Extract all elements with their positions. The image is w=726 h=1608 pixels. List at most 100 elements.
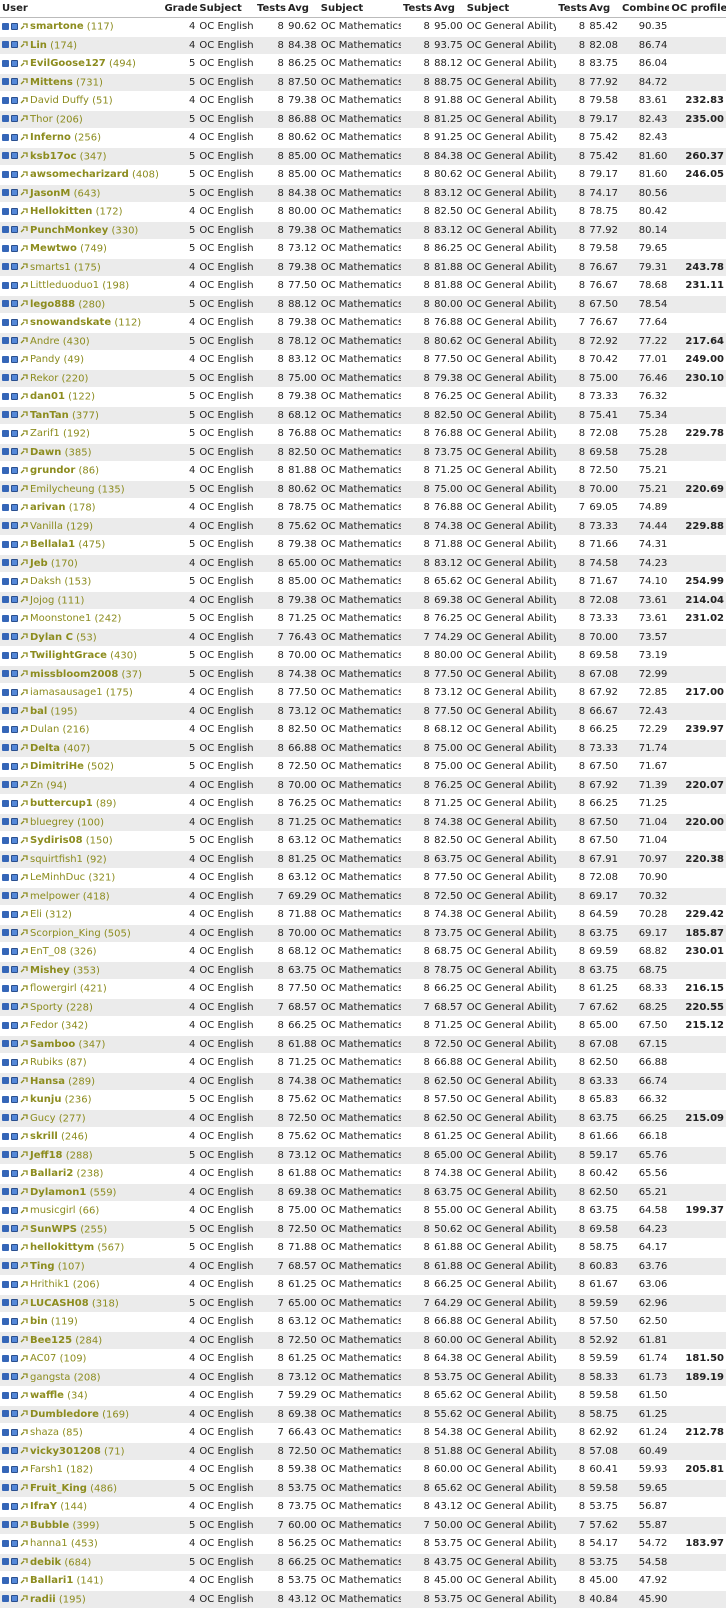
username-link[interactable]: Hellokitten — [30, 206, 92, 217]
message-icon[interactable] — [11, 1466, 18, 1473]
link-icon[interactable] — [20, 504, 28, 511]
message-icon[interactable] — [11, 652, 18, 659]
profile-card-icon[interactable] — [2, 504, 9, 511]
link-icon[interactable] — [20, 356, 28, 363]
username-link[interactable]: debik — [30, 1557, 61, 1568]
message-icon[interactable] — [11, 1096, 18, 1103]
link-icon[interactable] — [20, 1521, 28, 1528]
profile-card-icon[interactable] — [2, 1022, 9, 1029]
username-link[interactable]: Delta — [30, 743, 60, 754]
username-link[interactable]: LeMinhDuc — [30, 872, 85, 883]
profile-card-icon[interactable] — [2, 1059, 9, 1066]
username-link[interactable]: Moonstone1 — [30, 613, 91, 624]
link-icon[interactable] — [20, 1336, 28, 1343]
link-icon[interactable] — [20, 1059, 28, 1066]
username-link[interactable]: ksb17oc — [30, 151, 76, 162]
profile-card-icon[interactable] — [2, 874, 9, 881]
link-icon[interactable] — [20, 855, 28, 862]
col-header-grade[interactable]: Grade — [162, 0, 197, 18]
username-link[interactable]: awsomecharizard — [30, 169, 129, 180]
link-icon[interactable] — [20, 300, 28, 307]
message-icon[interactable] — [11, 1521, 18, 1528]
link-icon[interactable] — [20, 615, 28, 622]
username-link[interactable]: Farsh1 — [30, 1464, 63, 1475]
profile-card-icon[interactable] — [2, 23, 9, 30]
message-icon[interactable] — [11, 1318, 18, 1325]
profile-card-icon[interactable] — [2, 1373, 9, 1380]
profile-card-icon[interactable] — [2, 726, 9, 733]
link-icon[interactable] — [20, 948, 28, 955]
profile-card-icon[interactable] — [2, 522, 9, 529]
profile-card-icon[interactable] — [2, 1521, 9, 1528]
profile-card-icon[interactable] — [2, 929, 9, 936]
link-icon[interactable] — [20, 1299, 28, 1306]
message-icon[interactable] — [11, 522, 18, 529]
link-icon[interactable] — [20, 1577, 28, 1584]
username-link[interactable]: Hrithik1 — [30, 1279, 70, 1290]
link-icon[interactable] — [20, 1355, 28, 1362]
username-link[interactable]: JasonM — [30, 188, 70, 199]
profile-card-icon[interactable] — [2, 837, 9, 844]
profile-card-icon[interactable] — [2, 763, 9, 770]
message-icon[interactable] — [11, 596, 18, 603]
profile-card-icon[interactable] — [2, 966, 9, 973]
username-link[interactable]: bluegrey — [30, 817, 74, 828]
profile-card-icon[interactable] — [2, 300, 9, 307]
message-icon[interactable] — [11, 1262, 18, 1269]
link-icon[interactable] — [20, 892, 28, 899]
link-icon[interactable] — [20, 1003, 28, 1010]
username-link[interactable]: Eli — [30, 909, 42, 920]
message-icon[interactable] — [11, 726, 18, 733]
link-icon[interactable] — [20, 1188, 28, 1195]
message-icon[interactable] — [11, 837, 18, 844]
col-header-tests-2[interactable]: Tests — [401, 0, 432, 18]
col-header-avg-1[interactable]: Avg — [286, 0, 319, 18]
link-icon[interactable] — [20, 1373, 28, 1380]
message-icon[interactable] — [11, 152, 18, 159]
link-icon[interactable] — [20, 1447, 28, 1454]
message-icon[interactable] — [11, 1447, 18, 1454]
profile-card-icon[interactable] — [2, 596, 9, 603]
username-link[interactable]: DimitriHe — [30, 761, 84, 772]
profile-card-icon[interactable] — [2, 337, 9, 344]
username-link[interactable]: grundor — [30, 465, 75, 476]
profile-card-icon[interactable] — [2, 1410, 9, 1417]
link-icon[interactable] — [20, 152, 28, 159]
username-link[interactable]: Dumbledore — [30, 1409, 99, 1420]
username-link[interactable]: Dulan — [30, 724, 59, 735]
message-icon[interactable] — [11, 985, 18, 992]
profile-card-icon[interactable] — [2, 226, 9, 233]
username-link[interactable]: Bee125 — [30, 1335, 72, 1346]
link-icon[interactable] — [20, 1281, 28, 1288]
message-icon[interactable] — [11, 393, 18, 400]
link-icon[interactable] — [20, 189, 28, 196]
message-icon[interactable] — [11, 911, 18, 918]
profile-card-icon[interactable] — [2, 245, 9, 252]
username-link[interactable]: buttercup1 — [30, 798, 93, 809]
username-link[interactable]: Mittens — [30, 77, 73, 88]
profile-card-icon[interactable] — [2, 1114, 9, 1121]
username-link[interactable]: Dylamon1 — [30, 1187, 86, 1198]
profile-card-icon[interactable] — [2, 670, 9, 677]
link-icon[interactable] — [20, 1040, 28, 1047]
profile-card-icon[interactable] — [2, 559, 9, 566]
profile-card-icon[interactable] — [2, 282, 9, 289]
profile-card-icon[interactable] — [2, 948, 9, 955]
message-icon[interactable] — [11, 1077, 18, 1084]
message-icon[interactable] — [11, 504, 18, 511]
username-link[interactable]: Zarif1 — [30, 428, 60, 439]
link-icon[interactable] — [20, 670, 28, 677]
link-icon[interactable] — [20, 60, 28, 67]
message-icon[interactable] — [11, 818, 18, 825]
message-icon[interactable] — [11, 874, 18, 881]
username-link[interactable]: AC07 — [30, 1353, 56, 1364]
link-icon[interactable] — [20, 522, 28, 529]
message-icon[interactable] — [11, 115, 18, 122]
profile-card-icon[interactable] — [2, 1503, 9, 1510]
profile-card-icon[interactable] — [2, 152, 9, 159]
username-link[interactable]: Ballari2 — [30, 1168, 73, 1179]
link-icon[interactable] — [20, 1244, 28, 1251]
profile-card-icon[interactable] — [2, 818, 9, 825]
message-icon[interactable] — [11, 948, 18, 955]
message-icon[interactable] — [11, 578, 18, 585]
